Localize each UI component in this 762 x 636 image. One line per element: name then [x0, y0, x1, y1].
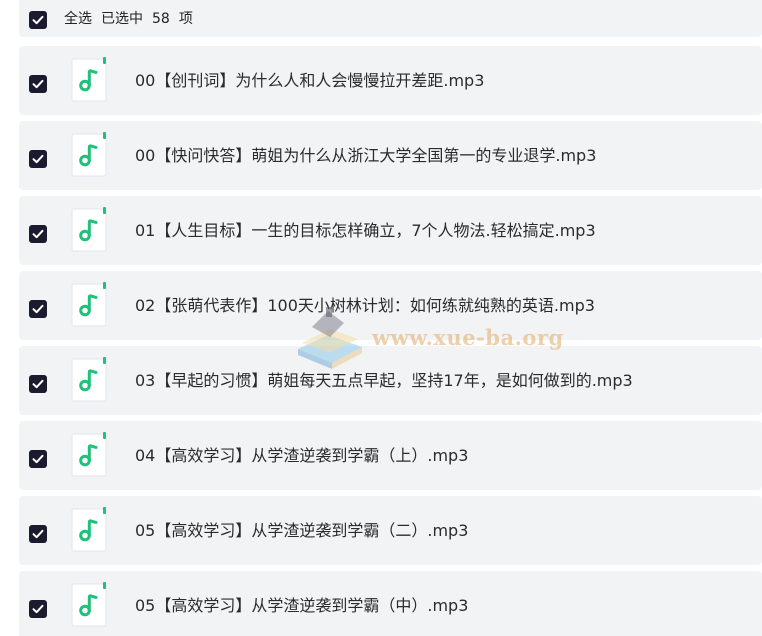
file-row[interactable]: 04【高效学习】从学渣逆袭到学霸（上）.mp3 [19, 421, 762, 490]
file-checkbox[interactable] [29, 300, 47, 318]
file-checkbox[interactable] [29, 75, 47, 93]
selected-suffix: 项 [178, 11, 193, 27]
select-all-checkbox[interactable] [29, 11, 47, 29]
checkmark-icon [32, 15, 44, 25]
audio-file-icon [70, 57, 108, 103]
checkmark-icon [32, 379, 44, 389]
checkmark-icon [32, 529, 44, 539]
selected-prefix: 已选中 [101, 11, 143, 27]
file-row[interactable]: 00【创刊词】为什么人和人会慢慢拉开差距.mp3 [19, 46, 762, 115]
select-all-label[interactable]: 全选 [64, 11, 92, 27]
file-row[interactable]: 00【快问快答】萌姐为什么从浙江大学全国第一的专业退学.mp3 [19, 121, 762, 190]
checkmark-icon [32, 454, 44, 464]
file-name: 02【张萌代表作】100天小树林计划：如何练就纯熟的英语.mp3 [135, 296, 595, 315]
file-name: 03【早起的习惯】萌姐每天五点早起，坚持17年，是如何做到的.mp3 [135, 371, 633, 390]
checkmark-icon [32, 154, 44, 164]
file-checkbox[interactable] [29, 225, 47, 243]
file-row[interactable]: 02【张萌代表作】100天小树林计划：如何练就纯熟的英语.mp3 [19, 271, 762, 340]
file-name: 01【人生目标】一生的目标怎样确立，7个人物法.轻松搞定.mp3 [135, 221, 596, 240]
file-row[interactable]: 05【高效学习】从学渣逆袭到学霸（二）.mp3 [19, 496, 762, 565]
file-row[interactable]: 01【人生目标】一生的目标怎样确立，7个人物法.轻松搞定.mp3 [19, 196, 762, 265]
file-name: 05【高效学习】从学渣逆袭到学霸（二）.mp3 [135, 521, 469, 540]
checkmark-icon [32, 79, 44, 89]
audio-file-icon [70, 207, 108, 253]
audio-file-icon [70, 507, 108, 553]
file-row[interactable]: 05【高效学习】从学渣逆袭到学霸（中）.mp3 [19, 571, 762, 636]
file-checkbox[interactable] [29, 525, 47, 543]
audio-file-icon [70, 357, 108, 403]
audio-file-icon [70, 582, 108, 628]
file-name: 04【高效学习】从学渣逆袭到学霸（上）.mp3 [135, 446, 469, 465]
checkmark-icon [32, 604, 44, 614]
audio-file-icon [70, 282, 108, 328]
selection-header: 全选 已选中 58 项 [19, 0, 762, 37]
checkmark-icon [32, 304, 44, 314]
file-row[interactable]: 03【早起的习惯】萌姐每天五点早起，坚持17年，是如何做到的.mp3 [19, 346, 762, 415]
file-list-page: 全选 已选中 58 项 00【创刊词】为什么人和人会慢慢拉开差距.mp3 00【快问快答… [0, 0, 762, 636]
selected-count: 58 [152, 11, 170, 27]
audio-file-icon [70, 132, 108, 178]
file-name: 00【快问快答】萌姐为什么从浙江大学全国第一的专业退学.mp3 [135, 146, 597, 165]
checkmark-icon [32, 229, 44, 239]
file-checkbox[interactable] [29, 150, 47, 168]
file-checkbox[interactable] [29, 375, 47, 393]
file-checkbox[interactable] [29, 600, 47, 618]
selection-summary: 全选 已选中 58 项 [64, 9, 202, 29]
file-checkbox[interactable] [29, 450, 47, 468]
file-name: 00【创刊词】为什么人和人会慢慢拉开差距.mp3 [135, 71, 485, 90]
audio-file-icon [70, 432, 108, 478]
file-name: 05【高效学习】从学渣逆袭到学霸（中）.mp3 [135, 596, 469, 615]
